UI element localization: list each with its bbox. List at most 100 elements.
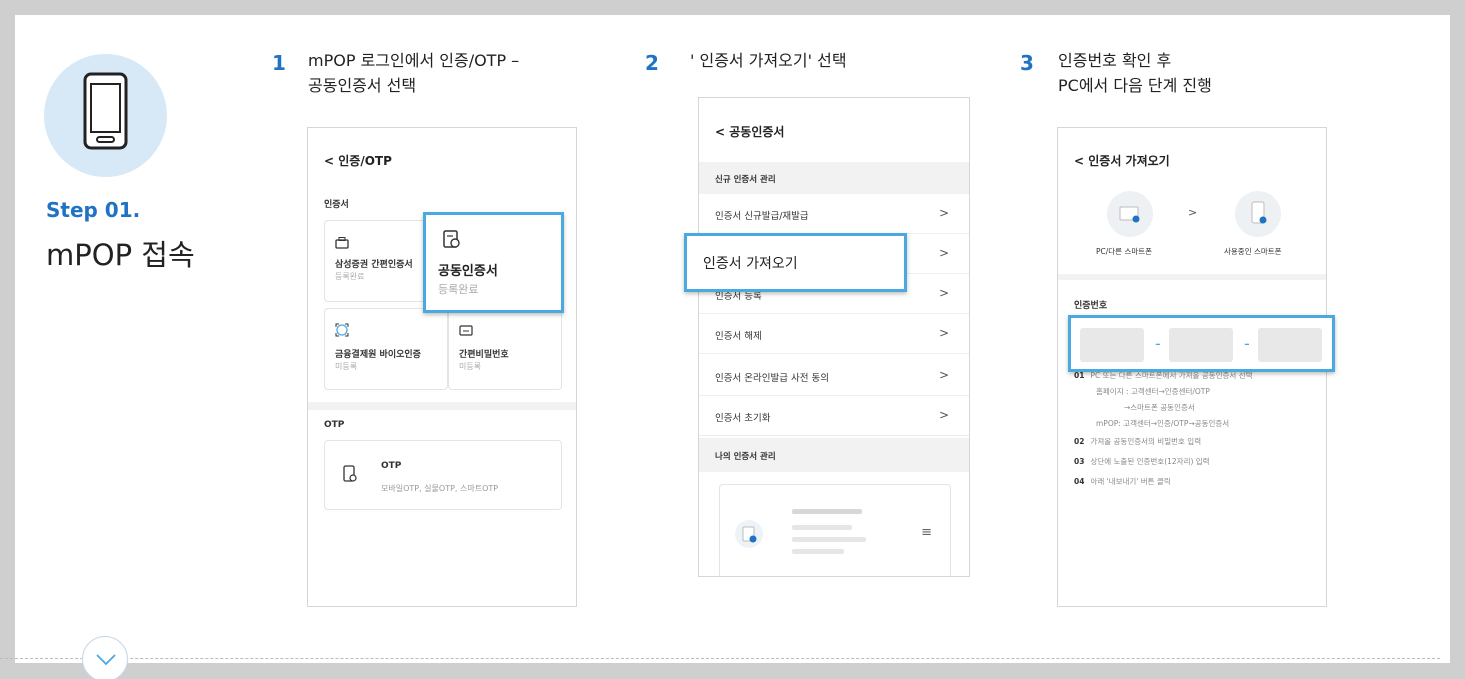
smartphone-icon (83, 72, 128, 150)
blurred-text (792, 525, 852, 530)
source-label: PC/다른 스마트폰 (1096, 247, 1153, 256)
certificate-icon (443, 230, 460, 248)
my-cert-card[interactable]: ≡ (719, 484, 951, 576)
note-item: →스마트폰 공동인증서 (1124, 402, 1195, 413)
note-item: 04 아래 '내보내기' 버튼 클릭 (1074, 476, 1171, 487)
code-separator: - (1244, 334, 1250, 353)
step-number-3: 3 (1020, 51, 1034, 75)
note-text: 홈페이지 : 고객센터→인증센터/OTP (1096, 387, 1210, 396)
note-number: 02 (1074, 437, 1085, 446)
card-status: 미등록 (459, 362, 482, 371)
note-text: 가져올 공동인증서의 비밀번호 입력 (1090, 437, 1202, 446)
card-title: 삼성증권 간편인증서 (335, 260, 413, 270)
keypad-icon (459, 325, 473, 336)
highlight-code-inputs: - - (1068, 315, 1335, 372)
blurred-text (792, 509, 862, 514)
note-number: 01 (1074, 371, 1085, 380)
note-text: PC 또는 다른 스마트폰에서 가져올 공동인증서 선택 (1090, 371, 1253, 380)
card-title: OTP (381, 461, 402, 471)
smartphone-target-icon (1235, 191, 1281, 237)
note-number: 03 (1074, 457, 1085, 466)
arrow-icon: > (1188, 206, 1198, 219)
otp-device-icon (343, 465, 357, 482)
highlight-label: 인증서 가져오기 (703, 256, 798, 272)
menu-row[interactable]: 인증서 초기화 > (699, 398, 969, 436)
step-instruction-3: 인증번호 확인 후 PC에서 다음 단계 진행 (1058, 48, 1212, 98)
note-item: mPOP: 고객센터→인증/OTP→공동인증서 (1096, 418, 1229, 429)
chevron-right-icon: > (938, 246, 949, 260)
highlight-joint-cert-card[interactable]: 공동인증서 등록완료 (423, 212, 564, 313)
step-instruction-2: ' 인증서 가져오기' 선택 (690, 48, 847, 73)
cert-lock-icon (735, 520, 763, 548)
chevron-right-icon: > (938, 206, 949, 220)
note-text: mPOP: 고객센터→인증/OTP→공동인증서 (1096, 419, 1230, 428)
note-item: 03 상단에 노출된 인증번호(12자리) 입력 (1074, 456, 1210, 467)
phone-circle (44, 54, 167, 177)
card-title: 금융결제원 바이오인증 (335, 350, 421, 360)
step-label: Step 01. (46, 198, 141, 222)
screen-joint-cert: < 공동인증서 신규 인증서 관리 인증서 신규발급/재발급 > > 인증서 등록… (698, 97, 970, 577)
step-instruction-line: mPOP 로그인에서 인증/OTP – (308, 51, 520, 70)
card-status: 등록완료 (438, 283, 479, 296)
step-title: mPOP 접속 (46, 238, 195, 272)
card-otp[interactable]: OTP 모바일OTP, 실물OTP, 스마트OTP (324, 440, 562, 510)
step-number-1: 1 (272, 51, 286, 75)
note-number: 04 (1074, 477, 1085, 486)
screen-auth-otp: < 인증/OTP 인증서 삼성증권 간편인증서 등록완료 금융결제원 바이오인증… (307, 127, 577, 607)
scroll-down-button[interactable] (82, 636, 128, 679)
note-text: →스마트폰 공동인증서 (1124, 403, 1195, 412)
screen-title: < 인증/OTP (324, 154, 392, 168)
menu-row[interactable]: 인증서 온라인발급 사전 동의 > (699, 358, 969, 396)
step-instruction-line: 공동인증서 선택 (308, 76, 417, 95)
chevron-right-icon: > (938, 326, 949, 340)
briefcase-icon (335, 237, 349, 249)
chevron-right-icon: > (938, 286, 949, 300)
code-input-3[interactable] (1258, 328, 1322, 362)
section-cert-label: 인증서 (324, 200, 349, 210)
target-label: 사용중인 스마트폰 (1224, 247, 1282, 256)
card-bio-auth[interactable]: 금융결제원 바이오인증 미등록 (324, 308, 448, 390)
code-label: 인증번호 (1074, 301, 1108, 311)
card-title: 공동인증서 (438, 264, 498, 279)
code-separator: - (1155, 334, 1161, 353)
screen-title: < 인증서 가져오기 (1074, 154, 1170, 168)
section-band: 나의 인증서 관리 (699, 438, 969, 472)
card-status: 미등록 (335, 362, 358, 371)
pc-icon (1107, 191, 1153, 237)
blurred-text (792, 549, 844, 554)
menu-row[interactable]: 인증서 해제 > (699, 316, 969, 354)
blurred-text (792, 537, 866, 542)
card-status: 모바일OTP, 실물OTP, 스마트OTP (381, 484, 499, 493)
card-title: 간편비밀번호 (459, 350, 509, 360)
step-number-2: 2 (645, 51, 659, 75)
screen-title: < 공동인증서 (715, 125, 785, 139)
section-divider (308, 402, 576, 410)
step-instruction-1: mPOP 로그인에서 인증/OTP – 공동인증서 선택 (308, 48, 519, 98)
chevron-right-icon: > (938, 368, 949, 382)
note-text: 상단에 노출된 인증번호(12자리) 입력 (1090, 457, 1210, 466)
section-label: 신규 인증서 관리 (715, 175, 776, 185)
code-input-2[interactable] (1169, 328, 1233, 362)
menu-label: 인증서 해제 (715, 331, 762, 342)
step-instruction-line: ' 인증서 가져오기' 선택 (690, 51, 847, 70)
menu-label: 인증서 초기화 (715, 413, 771, 424)
menu-icon[interactable]: ≡ (921, 525, 932, 540)
highlight-import-cert[interactable]: 인증서 가져오기 (684, 233, 907, 292)
section-divider (1058, 274, 1326, 280)
menu-label: 인증서 온라인발급 사전 동의 (715, 373, 829, 384)
section-band: 신규 인증서 관리 (699, 162, 969, 194)
code-input-1[interactable] (1080, 328, 1144, 362)
note-item: 02 가져올 공동인증서의 비밀번호 입력 (1074, 436, 1201, 447)
note-item: 홈페이지 : 고객센터→인증센터/OTP (1096, 386, 1210, 397)
card-status: 등록완료 (335, 272, 365, 281)
section-otp-label: OTP (324, 420, 345, 430)
note-text: 아래 '내보내기' 버튼 클릭 (1090, 477, 1171, 486)
step-instruction-line: PC에서 다음 단계 진행 (1058, 76, 1212, 95)
divider (0, 658, 1440, 659)
chevron-right-icon: > (938, 408, 949, 422)
menu-row[interactable]: 인증서 신규발급/재발급 > (699, 196, 969, 234)
card-simple-password[interactable]: 간편비밀번호 미등록 (448, 308, 562, 390)
fingerprint-icon (335, 323, 349, 337)
menu-label: 인증서 신규발급/재발급 (715, 211, 809, 222)
step-instruction-line: 인증번호 확인 후 (1058, 51, 1172, 70)
